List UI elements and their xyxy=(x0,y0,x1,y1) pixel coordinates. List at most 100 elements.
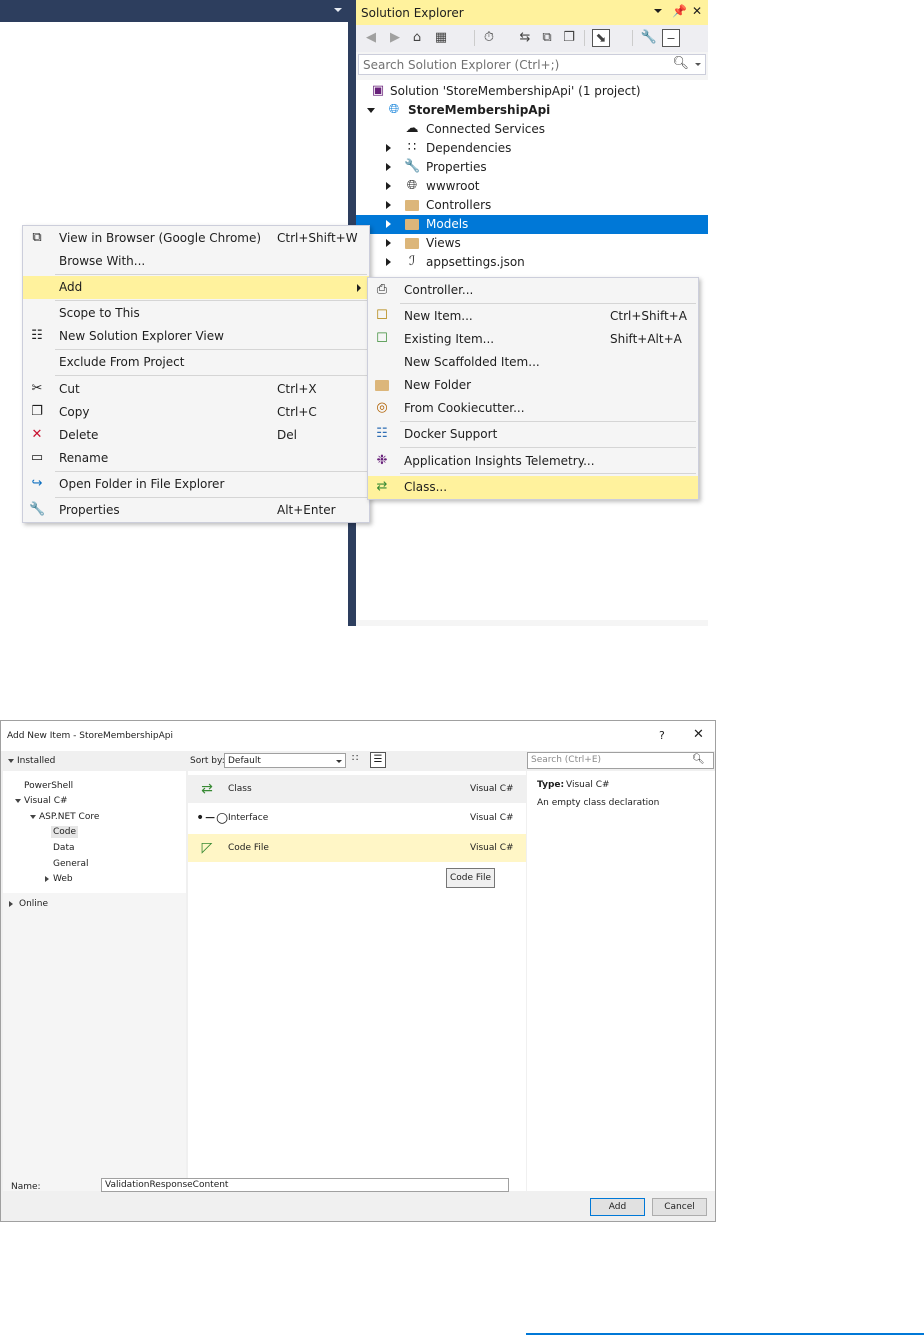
close-icon[interactable]: ✕ xyxy=(693,727,704,742)
collapsed-arrow-icon[interactable] xyxy=(9,901,13,907)
dialog-titlebar: Add New Item - StoreMembershipApi ? ✕ xyxy=(1,721,715,751)
submenu-item-application-insights[interactable]: ❉ Application Insights Telemetry... xyxy=(368,450,698,473)
forward-icon[interactable]: ▶ xyxy=(386,29,404,47)
close-icon[interactable]: ✕ xyxy=(692,4,702,18)
help-icon[interactable]: ? xyxy=(659,729,665,742)
toolbar-separator xyxy=(474,30,475,46)
menu-item-shortcut: Ctrl+X xyxy=(277,382,317,396)
collapsed-arrow-icon[interactable] xyxy=(386,239,391,247)
tree-node-appsettings[interactable]: ℐ appsettings.json xyxy=(356,253,708,272)
cancel-button[interactable]: Cancel xyxy=(652,1198,707,1216)
submenu-item-from-cookiecutter[interactable]: ◎ From Cookiecutter... xyxy=(368,397,698,420)
tree-item-visual-csharp[interactable]: Visual C# xyxy=(24,796,68,806)
tree-node-properties[interactable]: 🔧 Properties xyxy=(356,158,708,177)
expanded-arrow-icon[interactable] xyxy=(367,108,375,113)
tree-item-general[interactable]: General xyxy=(53,859,88,869)
menu-item-new-solution-explorer-view[interactable]: ☷ New Solution Explorer View xyxy=(23,325,369,348)
menu-item-label: New Item... xyxy=(404,309,473,323)
interface-icon: •−○ xyxy=(196,810,229,826)
menu-item-exclude-from-project[interactable]: Exclude From Project xyxy=(23,351,369,374)
search-icon[interactable]: 🔍︎ xyxy=(692,754,705,765)
collapse-all-icon[interactable]: ⧉ xyxy=(538,29,556,47)
template-language: Visual C# xyxy=(470,784,514,794)
home-icon[interactable]: ⌂ xyxy=(408,29,426,47)
installed-expanded-icon[interactable] xyxy=(8,759,14,763)
name-label: Name: xyxy=(11,1182,41,1192)
template-item-class[interactable]: ⇄ Class Visual C# xyxy=(188,775,526,803)
collapsed-arrow-icon[interactable] xyxy=(386,163,391,171)
template-search-input[interactable]: Search (Ctrl+E) 🔍︎ xyxy=(527,752,714,769)
tree-item-code[interactable]: Code xyxy=(51,826,79,838)
application-insights-icon: ❉ xyxy=(376,453,388,468)
tree-node-dependencies[interactable]: ∷ Dependencies xyxy=(356,139,708,158)
name-input[interactable]: ValidationResponseContent xyxy=(101,1178,509,1192)
collapsed-arrow-icon[interactable] xyxy=(386,144,391,152)
tree-node-solution[interactable]: ▣ Solution 'StoreMembershipApi' (1 proje… xyxy=(356,82,708,101)
menu-item-label: Delete xyxy=(59,428,99,442)
menu-item-view-in-browser[interactable]: ⧉ View in Browser (Google Chrome) Ctrl+S… xyxy=(23,227,369,250)
pin-icon[interactable]: 📌 xyxy=(672,4,687,18)
medium-icons-view-icon[interactable]: ∷ xyxy=(352,753,358,764)
tree-item-aspnet-core[interactable]: ASP.NET Core xyxy=(39,812,99,822)
pin-icon[interactable]: ‒ xyxy=(662,29,680,47)
tree-item-data[interactable]: Data xyxy=(53,843,75,853)
collapsed-arrow-icon[interactable] xyxy=(45,876,49,882)
solution-explorer-search-input[interactable]: Search Solution Explorer (Ctrl+;) 🔍︎ xyxy=(358,54,706,75)
preview-icon[interactable]: ⬊ xyxy=(592,29,610,47)
collapsed-arrow-icon[interactable] xyxy=(386,258,391,266)
menu-item-cut[interactable]: ✂ Cut Ctrl+X xyxy=(23,378,369,401)
expanded-arrow-icon[interactable] xyxy=(30,815,36,819)
sort-by-dropdown[interactable]: Default xyxy=(224,753,346,768)
list-view-icon[interactable]: ☰ xyxy=(370,752,386,768)
menu-item-open-folder[interactable]: ↪ Open Folder in File Explorer xyxy=(23,473,369,496)
menu-item-shortcut: Ctrl+Shift+W xyxy=(277,231,358,245)
tree-node-label: Properties xyxy=(426,160,487,174)
menu-item-rename[interactable]: ▭ Rename xyxy=(23,447,369,470)
window-position-dropdown-icon[interactable] xyxy=(654,9,662,13)
submenu-item-class[interactable]: ⇄ Class... xyxy=(368,476,698,499)
tree-item-powershell[interactable]: PowerShell xyxy=(24,781,73,791)
show-all-files-icon[interactable]: ❐ xyxy=(560,29,578,47)
submenu-item-controller[interactable]: ⎙ Controller... xyxy=(368,279,698,302)
submenu-item-new-item[interactable]: ☐ New Item... Ctrl+Shift+A xyxy=(368,305,698,328)
tree-node-project[interactable]: 🌐︎ StoreMembershipApi xyxy=(356,101,708,120)
switch-views-icon[interactable]: ▦ xyxy=(432,29,450,47)
tree-node-connected-services[interactable]: ☁︎ Connected Services xyxy=(356,120,708,139)
tab-dropdown-icon[interactable] xyxy=(334,8,342,12)
menu-item-scope-to-this[interactable]: Scope to This xyxy=(23,302,369,325)
collapsed-arrow-icon[interactable] xyxy=(386,201,391,209)
installed-label[interactable]: Installed xyxy=(17,756,55,766)
pending-changes-icon[interactable]: ⏱ xyxy=(480,29,498,47)
search-options-dropdown-icon[interactable] xyxy=(695,63,701,66)
expanded-arrow-icon[interactable] xyxy=(15,799,21,803)
rename-icon: ▭ xyxy=(30,450,44,465)
menu-item-properties[interactable]: 🔧 Properties Alt+Enter xyxy=(23,499,369,522)
template-item-interface[interactable]: •−○ Interface Visual C# xyxy=(188,804,526,832)
cookiecutter-icon: ◎ xyxy=(376,400,388,415)
menu-item-add[interactable]: Add xyxy=(23,276,369,299)
sync-icon[interactable]: ⇆ xyxy=(516,29,534,47)
tree-node-views[interactable]: Views xyxy=(356,234,708,253)
menu-item-copy[interactable]: ❐ Copy Ctrl+C xyxy=(23,401,369,424)
collapsed-arrow-icon[interactable] xyxy=(386,182,391,190)
template-item-code-file[interactable]: ◸ Code File Visual C# xyxy=(188,834,526,862)
add-button[interactable]: Add xyxy=(590,1198,645,1216)
submenu-item-docker-support[interactable]: ☷ Docker Support xyxy=(368,423,698,446)
menu-item-browse-with[interactable]: Browse With... xyxy=(23,250,369,273)
tree-node-wwwroot[interactable]: 🌐︎ wwwroot xyxy=(356,177,708,196)
new-view-icon: ☷ xyxy=(31,328,43,343)
tree-item-web[interactable]: Web xyxy=(53,874,73,884)
submenu-item-new-folder[interactable]: New Folder xyxy=(368,374,698,397)
add-new-item-dialog: Add New Item - StoreMembershipApi ? ✕ In… xyxy=(0,720,716,1222)
back-icon[interactable]: ◀ xyxy=(362,29,380,47)
submenu-item-new-scaffolded-item[interactable]: New Scaffolded Item... xyxy=(368,351,698,374)
tree-node-controllers[interactable]: Controllers xyxy=(356,196,708,215)
tree-item-online[interactable]: Online xyxy=(19,899,48,909)
search-icon[interactable]: 🔍︎ xyxy=(672,56,689,71)
menu-item-delete[interactable]: ✕ Delete Del xyxy=(23,424,369,447)
properties-icon[interactable]: 🔧 xyxy=(640,29,658,47)
menu-separator xyxy=(400,303,696,304)
submenu-item-existing-item[interactable]: ☐ Existing Item... Shift+Alt+A xyxy=(368,328,698,351)
tree-node-models[interactable]: Models xyxy=(356,215,708,234)
collapsed-arrow-icon[interactable] xyxy=(386,220,391,228)
